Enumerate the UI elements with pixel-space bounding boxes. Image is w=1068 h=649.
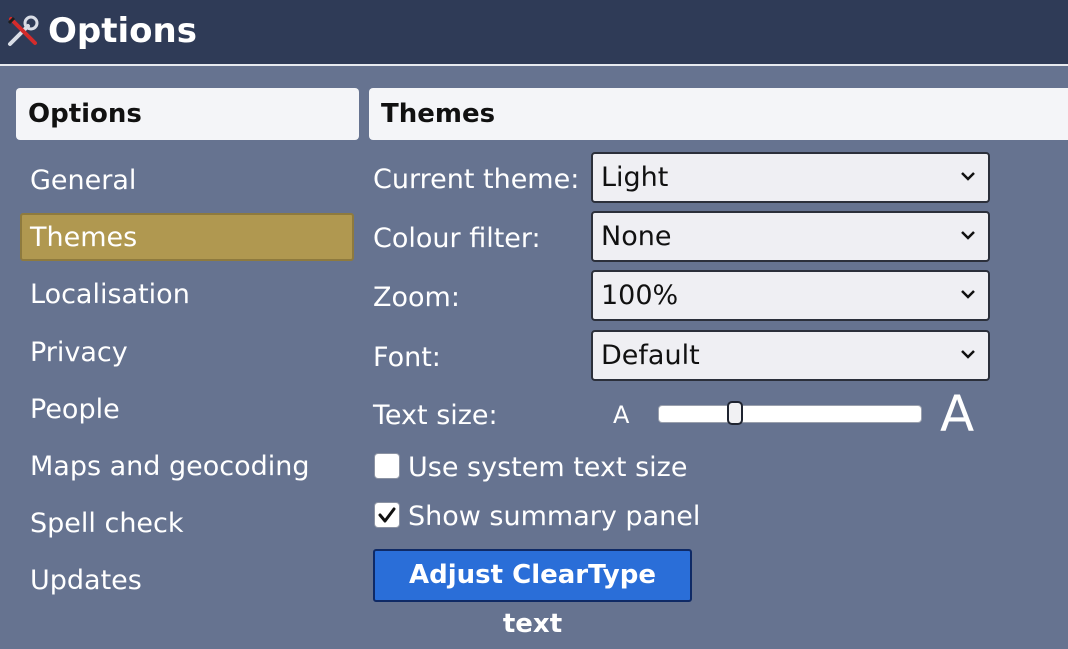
sidebar-item-themes[interactable]: Themes	[20, 213, 354, 261]
current-theme-value: Light	[601, 162, 669, 193]
sidebar-item-spell-check[interactable]: Spell check	[20, 499, 354, 547]
chevron-down-icon	[961, 172, 975, 181]
sidebar-item-people[interactable]: People	[20, 385, 354, 433]
current-theme-label: Current theme:	[373, 164, 580, 195]
chevron-down-icon	[961, 231, 975, 240]
checkmark-icon	[378, 507, 396, 523]
window-title: Options	[48, 11, 197, 51]
font-value: Default	[601, 340, 700, 371]
chevron-down-icon	[961, 350, 975, 359]
text-size-slider-thumb[interactable]	[727, 401, 743, 425]
sidebar-header: Options	[16, 88, 359, 140]
sidebar-item-general[interactable]: General	[20, 156, 354, 204]
zoom-label: Zoom:	[373, 282, 460, 313]
show-summary-panel-checkbox[interactable]	[374, 502, 400, 528]
use-system-text-size-label: Use system text size	[408, 452, 688, 483]
text-size-label: Text size:	[373, 400, 498, 431]
zoom-value: 100%	[601, 280, 679, 311]
use-system-text-size-checkbox[interactable]	[374, 453, 400, 479]
sidebar-item-privacy[interactable]: Privacy	[20, 328, 354, 376]
adjust-cleartype-button[interactable]: Adjust ClearType text	[373, 549, 692, 639]
colour-filter-value: None	[601, 221, 672, 252]
colour-filter-select[interactable]: None	[591, 211, 990, 262]
show-summary-panel-label: Show summary panel	[408, 501, 701, 532]
sidebar-item-localisation[interactable]: Localisation	[20, 270, 354, 318]
tools-icon	[7, 15, 39, 46]
font-label: Font:	[373, 342, 441, 373]
title-bar: Options	[0, 0, 1068, 66]
current-theme-select[interactable]: Light	[591, 152, 990, 203]
sidebar-item-maps-and-geocoding[interactable]: Maps and geocoding	[20, 442, 354, 490]
text-size-slider[interactable]	[658, 405, 922, 423]
font-select[interactable]: Default	[591, 330, 990, 381]
themes-header: Themes	[369, 88, 1068, 140]
text-size-small-icon: A	[613, 401, 630, 429]
colour-filter-label: Colour filter:	[373, 223, 541, 254]
zoom-select[interactable]: 100%	[591, 270, 990, 321]
text-size-large-icon: A	[940, 385, 975, 443]
chevron-down-icon	[961, 290, 975, 299]
sidebar-item-updates[interactable]: Updates	[20, 556, 354, 604]
